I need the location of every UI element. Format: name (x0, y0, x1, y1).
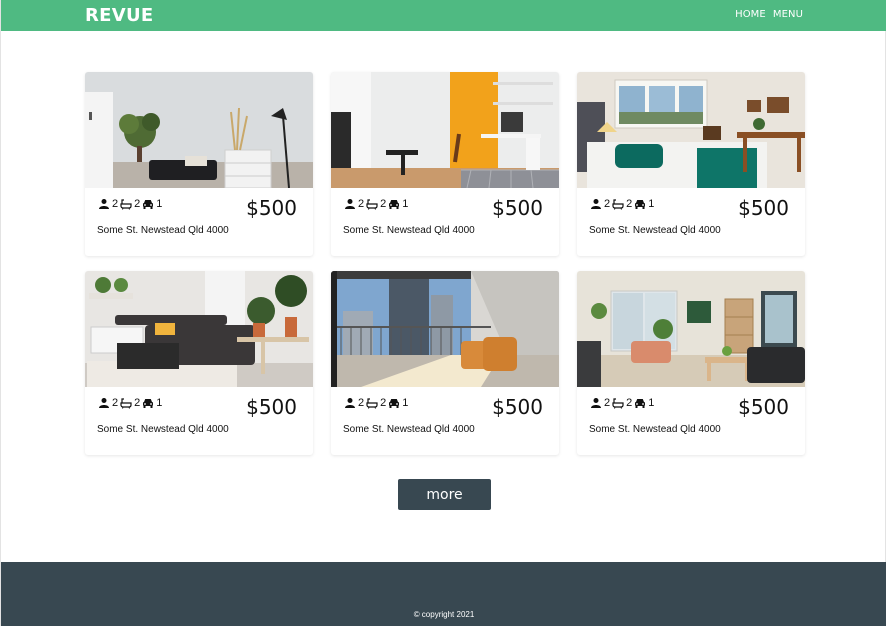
person-icon (344, 198, 356, 210)
listing-specs: 2 2 1 (344, 397, 410, 409)
car-icon (142, 198, 154, 210)
beds-count: 2 (604, 198, 611, 210)
listing-photo[interactable] (85, 72, 313, 188)
car-icon (388, 397, 400, 409)
page: REVUE HOME MENU 2 2 1 $500 Some St. News… (0, 0, 886, 626)
nav-home-link[interactable]: HOME (735, 9, 766, 20)
listing-specs: 2 2 1 (590, 198, 656, 210)
listing-price: $500 (738, 395, 789, 419)
listing-photo[interactable] (577, 72, 805, 188)
brand-logo[interactable]: REVUE (85, 5, 154, 26)
beds-count: 2 (112, 198, 119, 210)
baths-count: 2 (134, 397, 141, 409)
listing-price: $500 (492, 196, 543, 220)
copyright-text: © copyright 2021 (413, 610, 475, 619)
listing-price: $500 (738, 196, 789, 220)
beds-count: 2 (358, 198, 365, 210)
person-icon (344, 397, 356, 409)
listing-address: Some St. Newstead Qld 4000 (589, 225, 721, 236)
person-icon (590, 397, 602, 409)
bathtub-icon (366, 397, 378, 409)
cars-count: 1 (648, 198, 655, 210)
listing-photo[interactable] (85, 271, 313, 387)
listing-price: $500 (492, 395, 543, 419)
baths-count: 2 (626, 198, 633, 210)
footer: © copyright 2021 (1, 562, 886, 626)
listing-photo[interactable] (331, 271, 559, 387)
listing-price: $500 (246, 196, 297, 220)
listing-specs: 2 2 1 (98, 198, 164, 210)
car-icon (142, 397, 154, 409)
listing-address: Some St. Newstead Qld 4000 (97, 424, 229, 435)
listing-card[interactable]: 2 2 1 $500 Some St. Newstead Qld 4000 (577, 72, 805, 256)
listing-card[interactable]: 2 2 1 $500 Some St. Newstead Qld 4000 (85, 72, 313, 256)
more-button[interactable]: more (398, 479, 491, 510)
car-icon (634, 397, 646, 409)
listing-address: Some St. Newstead Qld 4000 (589, 424, 721, 435)
beds-count: 2 (358, 397, 365, 409)
listing-card[interactable]: 2 2 1 $500 Some St. Newstead Qld 4000 (331, 271, 559, 455)
listing-photo[interactable] (331, 72, 559, 188)
listing-price: $500 (246, 395, 297, 419)
baths-count: 2 (380, 397, 387, 409)
listing-specs: 2 2 1 (98, 397, 164, 409)
bathtub-icon (612, 198, 624, 210)
cars-count: 1 (156, 198, 163, 210)
car-icon (634, 198, 646, 210)
listing-photo[interactable] (577, 271, 805, 387)
listing-card[interactable]: 2 2 1 $500 Some St. Newstead Qld 4000 (577, 271, 805, 455)
nav-menu-link[interactable]: MENU (773, 9, 803, 20)
listing-card[interactable]: 2 2 1 $500 Some St. Newstead Qld 4000 (331, 72, 559, 256)
listing-address: Some St. Newstead Qld 4000 (343, 424, 475, 435)
bathtub-icon (120, 397, 132, 409)
beds-count: 2 (604, 397, 611, 409)
car-icon (388, 198, 400, 210)
person-icon (98, 198, 110, 210)
top-navbar: REVUE HOME MENU (1, 0, 886, 31)
baths-count: 2 (134, 198, 141, 210)
baths-count: 2 (380, 198, 387, 210)
cars-count: 1 (648, 397, 655, 409)
bathtub-icon (366, 198, 378, 210)
cars-count: 1 (402, 397, 409, 409)
baths-count: 2 (626, 397, 633, 409)
listing-specs: 2 2 1 (590, 397, 656, 409)
listing-address: Some St. Newstead Qld 4000 (343, 225, 475, 236)
beds-count: 2 (112, 397, 119, 409)
person-icon (590, 198, 602, 210)
person-icon (98, 397, 110, 409)
listing-address: Some St. Newstead Qld 4000 (97, 225, 229, 236)
listing-specs: 2 2 1 (344, 198, 410, 210)
main-nav: HOME MENU (735, 9, 803, 20)
bathtub-icon (120, 198, 132, 210)
listing-card[interactable]: 2 2 1 $500 Some St. Newstead Qld 4000 (85, 271, 313, 455)
cars-count: 1 (402, 198, 409, 210)
bathtub-icon (612, 397, 624, 409)
cars-count: 1 (156, 397, 163, 409)
